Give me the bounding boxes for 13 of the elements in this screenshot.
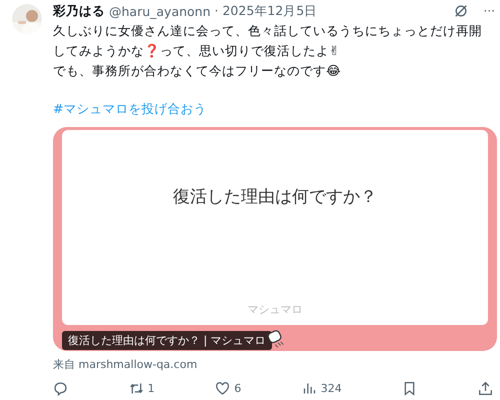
post-date[interactable]: · 2025年12月5日 (214, 2, 318, 20)
more-button[interactable]: ··· (484, 4, 495, 18)
like-button[interactable]: 6 (215, 381, 242, 396)
author-name[interactable]: 彩乃はる (53, 2, 105, 20)
post-text: 久しぶりに女優さん達に会って、色々話しているうちにちょっとだけ再開してみようかな❓って、思い切りで復活したよ✌ でも、事務所が合わなくて今はフリーなのです😂 (53, 22, 483, 80)
views-button[interactable]: 324 (302, 381, 342, 396)
brand-text: マシュマロ (248, 302, 302, 317)
repost-button[interactable]: 1 (128, 381, 155, 396)
question-text: 復活した理由は何ですか？ (173, 186, 377, 208)
link-card[interactable]: 復活した理由は何ですか？ マシュマロ 復活した理由は何ですか？ | マシュマロ (53, 127, 497, 351)
author-handle[interactable]: @haru_ayanonn (109, 4, 211, 18)
source-link[interactable]: 来自 marshmallow-qa.com (53, 357, 198, 372)
card-caption: 復活した理由は何ですか？ | マシュマロ (62, 330, 272, 350)
